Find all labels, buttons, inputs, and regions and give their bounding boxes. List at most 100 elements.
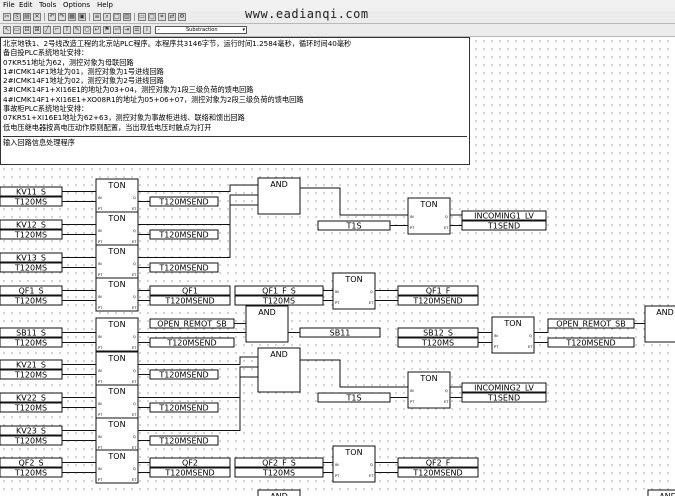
pin-q-label: Q [133, 402, 136, 406]
variable-box[interactable]: T120MSEND [149, 196, 219, 207]
variable-box[interactable]: T120MS [0, 337, 63, 348]
variable-box[interactable]: QF2 [149, 457, 231, 468]
block-type-label: AND [656, 308, 674, 317]
variable-box[interactable]: T120MSEND [149, 295, 231, 306]
and-block[interactable]: AND [257, 347, 301, 393]
variable-box[interactable]: T120MS [234, 467, 324, 478]
ton-timer-block[interactable]: TONINPTQET [95, 417, 139, 452]
and-block[interactable]: AND [257, 489, 301, 496]
variable-box[interactable]: KV23_S [0, 425, 63, 436]
pin-q-label: Q [133, 262, 136, 266]
variable-box[interactable]: T1SEND [461, 392, 547, 403]
variable-box[interactable]: SB11_S [0, 327, 63, 338]
variable-name: QF1 [182, 286, 198, 295]
variable-box[interactable]: T120MS [234, 295, 324, 306]
variable-name: T1S [345, 393, 361, 402]
variable-box[interactable]: SB11 [299, 327, 381, 338]
variable-box[interactable]: QF1_F [397, 285, 479, 296]
variable-box[interactable]: OPEN_REMOT_SB [149, 318, 235, 329]
variable-name: QF1_F [426, 286, 451, 295]
variable-box[interactable]: KV12_S [0, 219, 63, 230]
ton-timer-block[interactable]: TONINPTQET [332, 445, 376, 483]
variable-box[interactable]: T1SEND [461, 220, 547, 231]
block-type-label: TON [419, 374, 437, 383]
variable-box[interactable]: QF2_F [397, 457, 479, 468]
ton-timer-block[interactable]: TONINPTQET [407, 371, 451, 409]
variable-box[interactable]: SB12_S [397, 327, 479, 338]
variable-box[interactable]: T120MSEND [149, 369, 219, 380]
ton-timer-block[interactable]: TONINPTQET [95, 384, 139, 419]
variable-box[interactable]: T120MSEND [149, 262, 219, 273]
variable-name: SB11_S [16, 328, 46, 337]
variable-box[interactable]: T120MS [0, 229, 63, 240]
pin-in-label: IN [410, 389, 414, 393]
ton-timer-block[interactable]: TONINPTQET [95, 244, 139, 279]
variable-box[interactable]: KV13_S [0, 252, 63, 263]
pin-in-label: IN [98, 295, 102, 299]
pin-q-label: Q [370, 290, 373, 294]
wire [534, 323, 549, 333]
variable-box[interactable]: T120MS [0, 402, 63, 413]
variable-box[interactable]: T120MS [0, 369, 63, 380]
ton-timer-block[interactable]: TONINPTQET [491, 316, 535, 354]
variable-box[interactable]: T1S [317, 220, 391, 231]
variable-name: INCOMING1_LV [474, 211, 534, 220]
variable-box[interactable]: INCOMING1_LV [461, 210, 547, 221]
variable-name: T1S [345, 221, 361, 230]
and-block[interactable]: AND [245, 305, 289, 343]
variable-name: KV21_S [16, 360, 46, 369]
and-block[interactable]: AND [647, 489, 675, 496]
and-block[interactable]: AND [644, 305, 675, 343]
variable-name: T120MS [14, 296, 47, 305]
variable-box[interactable]: T120MS [397, 337, 479, 348]
block-type-label: TON [107, 214, 125, 223]
variable-box[interactable]: T120MS [0, 262, 63, 273]
ton-timer-block[interactable]: TONINPTQET [95, 211, 139, 246]
variable-box[interactable]: T120MSEND [547, 337, 635, 348]
ton-timer-block[interactable]: TONINPTQET [95, 317, 139, 352]
variable-box[interactable]: T120MSEND [397, 295, 479, 306]
variable-box[interactable]: T120MSEND [149, 229, 219, 240]
variable-name: T1SEND [487, 221, 520, 230]
pin-in-label: IN [98, 467, 102, 471]
variable-box[interactable]: QF2_S [0, 457, 63, 468]
pin-in-label: IN [98, 435, 102, 439]
variable-box[interactable]: T120MS [0, 295, 63, 306]
ton-timer-block[interactable]: TONINPTQET [95, 351, 139, 386]
variable-box[interactable]: T120MSEND [397, 467, 479, 478]
variable-box[interactable]: INCOMING2_LV [461, 382, 547, 393]
variable-box[interactable]: QF1 [149, 285, 231, 296]
pin-q-label: Q [133, 196, 136, 200]
variable-box[interactable]: T120MSEND [149, 435, 219, 446]
ton-timer-block[interactable]: TONINPTQET [407, 197, 451, 235]
variable-box[interactable]: QF2_F_S [234, 457, 324, 468]
variable-box[interactable]: T120MS [0, 467, 63, 478]
variable-box[interactable]: QF1_F_S [234, 285, 324, 296]
variable-box[interactable]: QF1_S [0, 285, 63, 296]
variable-box[interactable]: KV21_S [0, 359, 63, 370]
ton-timer-block[interactable]: TONINPTQET [95, 277, 139, 312]
ton-timer-block[interactable]: TONINPTQET [332, 272, 376, 310]
variable-box[interactable]: T120MSEND [149, 402, 219, 413]
variable-box[interactable]: KV11_S [0, 186, 63, 197]
ton-timer-block[interactable]: TONINPTQET [95, 178, 139, 213]
variable-name: KV11_S [16, 187, 46, 196]
variable-box[interactable]: T1S [317, 392, 391, 403]
variable-box[interactable]: OPEN_REMOT_SB [547, 318, 635, 329]
block-type-label: TON [107, 181, 125, 190]
variable-box[interactable]: T120MSEND [149, 337, 235, 348]
block-type-label: AND [258, 308, 276, 317]
and-block[interactable]: AND [257, 177, 301, 215]
variable-name: T120MSEND [166, 338, 216, 347]
variable-box[interactable]: T120MS [0, 196, 63, 207]
pin-in-label: IN [410, 215, 414, 219]
ton-timer-block[interactable]: TONINPTQET [95, 449, 139, 484]
variable-box[interactable]: T120MS [0, 435, 63, 446]
variable-box[interactable]: KV22_S [0, 392, 63, 403]
wire [138, 184, 258, 192]
pin-q-label: Q [133, 435, 136, 439]
variable-box[interactable]: T120MSEND [149, 467, 231, 478]
block-type-label: TON [344, 275, 362, 284]
pin-q-label: Q [133, 295, 136, 299]
variable-name: KV23_S [16, 426, 46, 435]
